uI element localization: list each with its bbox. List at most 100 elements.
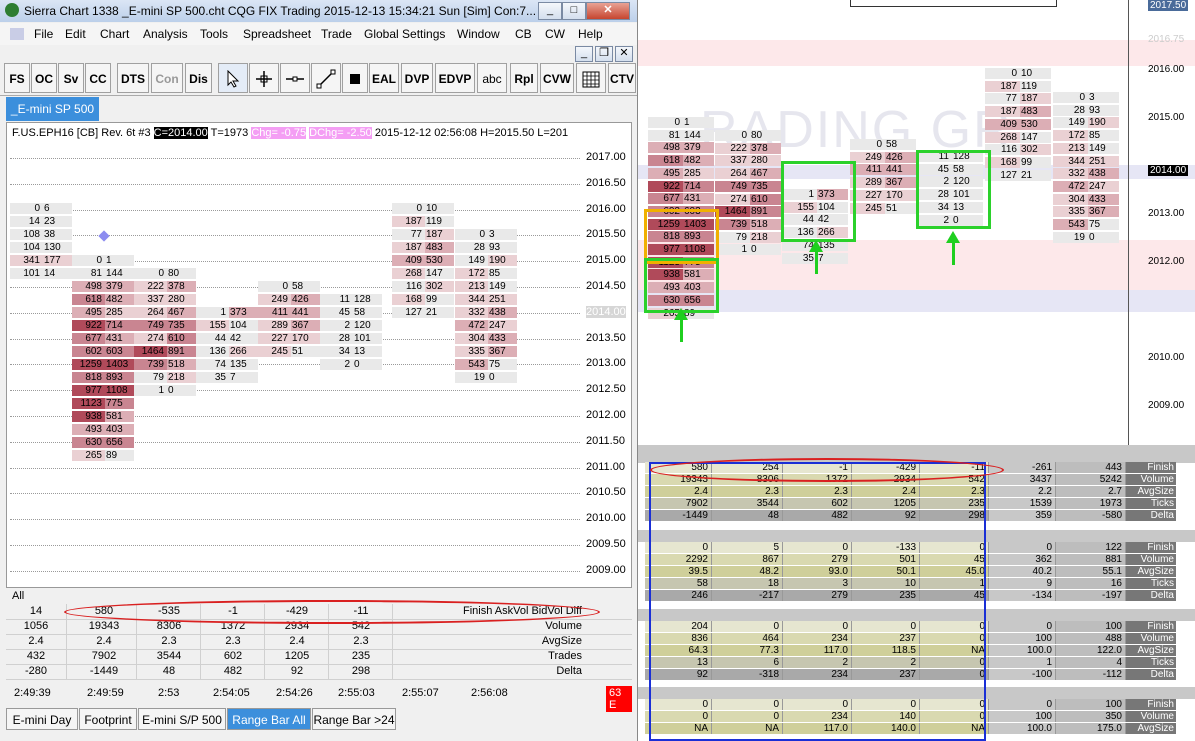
- table-cell: 2.4: [6, 634, 67, 649]
- table-cell: 1539: [989, 498, 1056, 509]
- ask-volume: 3: [1088, 92, 1119, 103]
- footprint-cell: 274 610: [715, 193, 781, 205]
- ask-volume: 367: [1088, 206, 1119, 218]
- footprint-cell: 81 144: [648, 129, 714, 141]
- tb-cc-button[interactable]: CC: [85, 63, 111, 93]
- tb-sv-button[interactable]: Sv: [58, 63, 84, 93]
- bid-volume: 172: [455, 268, 488, 279]
- menu-cw[interactable]: CW: [545, 27, 565, 41]
- close-button[interactable]: ✕: [586, 2, 630, 20]
- calendar-grid-icon[interactable]: [576, 63, 606, 93]
- price-label: 2012.00: [586, 409, 626, 421]
- ask-volume: 441: [885, 164, 916, 176]
- bid-volume: 28: [320, 333, 353, 344]
- footprint-cell: 289 367: [850, 177, 916, 189]
- line-tool-icon[interactable]: [311, 63, 341, 93]
- menu-file[interactable]: File: [34, 27, 53, 41]
- bid-volume: 618: [72, 294, 105, 305]
- tb-abc-button[interactable]: abc: [477, 63, 507, 93]
- tab-range-bar-all[interactable]: Range Bar All: [227, 708, 311, 730]
- tab-e-mini-s-p-500[interactable]: E-mini S/P 500: [138, 708, 226, 730]
- bid-volume: 136: [196, 346, 229, 357]
- tb-ctv-button[interactable]: CTV: [608, 63, 636, 93]
- ask-volume: 1108: [105, 385, 134, 396]
- price-label: 2009.00: [586, 563, 626, 576]
- chart-tab[interactable]: _E-mini SP 500: [6, 97, 99, 121]
- title-bar[interactable]: Sierra Chart 1338 _E-mini SP 500.cht CQG…: [0, 0, 637, 22]
- arrow-up-icon: [680, 320, 683, 342]
- bid-volume: 0: [715, 130, 750, 141]
- menu-analysis[interactable]: Analysis: [143, 27, 188, 41]
- tb-eal-button[interactable]: EAL: [369, 63, 399, 93]
- tb-dts-button[interactable]: DTS: [117, 63, 149, 93]
- ask-volume: 58: [353, 307, 382, 318]
- tb-con-button[interactable]: Con: [151, 63, 183, 93]
- bid-volume: 677: [648, 193, 683, 205]
- table-cell: 40.2: [989, 566, 1056, 577]
- pointer-tool-icon[interactable]: [218, 63, 248, 93]
- tb-fs-button[interactable]: FS: [4, 63, 30, 93]
- ask-volume: 13: [353, 346, 382, 357]
- ask-volume: 379: [683, 142, 714, 154]
- tb-rpl-button[interactable]: Rpl: [510, 63, 538, 93]
- table-row-label: Delta: [1126, 510, 1176, 521]
- ask-volume: 891: [750, 206, 781, 218]
- bid-volume: 304: [1053, 193, 1088, 205]
- footprint-cell: 289 367: [258, 320, 320, 331]
- menu-help[interactable]: Help: [578, 27, 603, 41]
- app-icon: [5, 3, 19, 17]
- arrow-up-icon: [674, 308, 688, 320]
- bid-volume: 44: [196, 333, 229, 344]
- trade-count: T=1973: [210, 127, 249, 139]
- rectangle-tool-icon[interactable]: [342, 63, 368, 93]
- bid-volume: 77: [392, 229, 425, 240]
- tb-dis-button[interactable]: Dis: [185, 63, 212, 93]
- table-cell: 100.0: [989, 645, 1056, 656]
- maximize-button[interactable]: □: [562, 2, 586, 20]
- bid-volume: 332: [1053, 168, 1088, 180]
- menu-global-settings[interactable]: Global Settings: [364, 27, 445, 41]
- footprint-cell: 35 7: [196, 372, 258, 383]
- footprint-cell: 0 58: [850, 139, 916, 150]
- menu-chart[interactable]: Chart: [100, 27, 129, 41]
- menu-edit[interactable]: Edit: [65, 27, 86, 41]
- mdi-controls: _ ❐ ✕: [0, 45, 637, 63]
- tb-edvp-button[interactable]: EDVP: [435, 63, 475, 93]
- menu-tools[interactable]: Tools: [200, 27, 228, 41]
- ask-volume: 51: [291, 346, 320, 357]
- ask-volume: 128: [353, 294, 382, 305]
- crosshair-tool-icon[interactable]: [249, 63, 279, 93]
- tab-e-mini-day[interactable]: E-mini Day: [6, 708, 78, 730]
- minimize-button[interactable]: _: [538, 2, 562, 20]
- table-row-label: Finish: [1126, 699, 1176, 710]
- menu-spreadsheet[interactable]: Spreadsheet: [243, 27, 311, 41]
- menu-trade[interactable]: Trade: [321, 27, 352, 41]
- mdi-close-button[interactable]: ✕: [615, 46, 633, 62]
- tab-footprint[interactable]: Footprint: [79, 708, 137, 730]
- mdi-restore-button[interactable]: ❐: [595, 46, 613, 62]
- footprint-cell: 977 1108: [72, 385, 134, 396]
- bid-volume: 1464: [134, 346, 167, 357]
- horizontal-line-tool-icon[interactable]: [280, 63, 310, 93]
- footprint-cell: 0 10: [985, 68, 1051, 79]
- tb-dvp-button[interactable]: DVP: [401, 63, 433, 93]
- ask-volume: 190: [488, 255, 517, 266]
- footprint-cell: 0 10: [392, 203, 454, 214]
- tb-oc-button[interactable]: OC: [31, 63, 57, 93]
- footprint-cell: 155 104: [196, 320, 258, 331]
- highlight-box-green: [916, 150, 991, 229]
- footprint-cell: 0 80: [134, 268, 196, 279]
- mdi-minimize-button[interactable]: _: [575, 46, 593, 62]
- menu-cb[interactable]: CB: [515, 27, 532, 41]
- tb-cvw-button[interactable]: CVW: [540, 63, 574, 93]
- time-label: 2:55:03: [338, 687, 375, 699]
- daily-change-value: DChg= -2.50: [309, 127, 372, 139]
- bid-volume: 101: [10, 268, 43, 279]
- ask-volume: 247: [1088, 180, 1119, 192]
- tab-range-bar-24[interactable]: Range Bar >24: [312, 708, 396, 730]
- table-cell: -580: [1056, 510, 1126, 521]
- table-cell: 602: [202, 649, 265, 664]
- bid-volume: 274: [134, 333, 167, 344]
- menu-window[interactable]: Window: [457, 27, 500, 41]
- ask-volume: 581: [105, 411, 134, 422]
